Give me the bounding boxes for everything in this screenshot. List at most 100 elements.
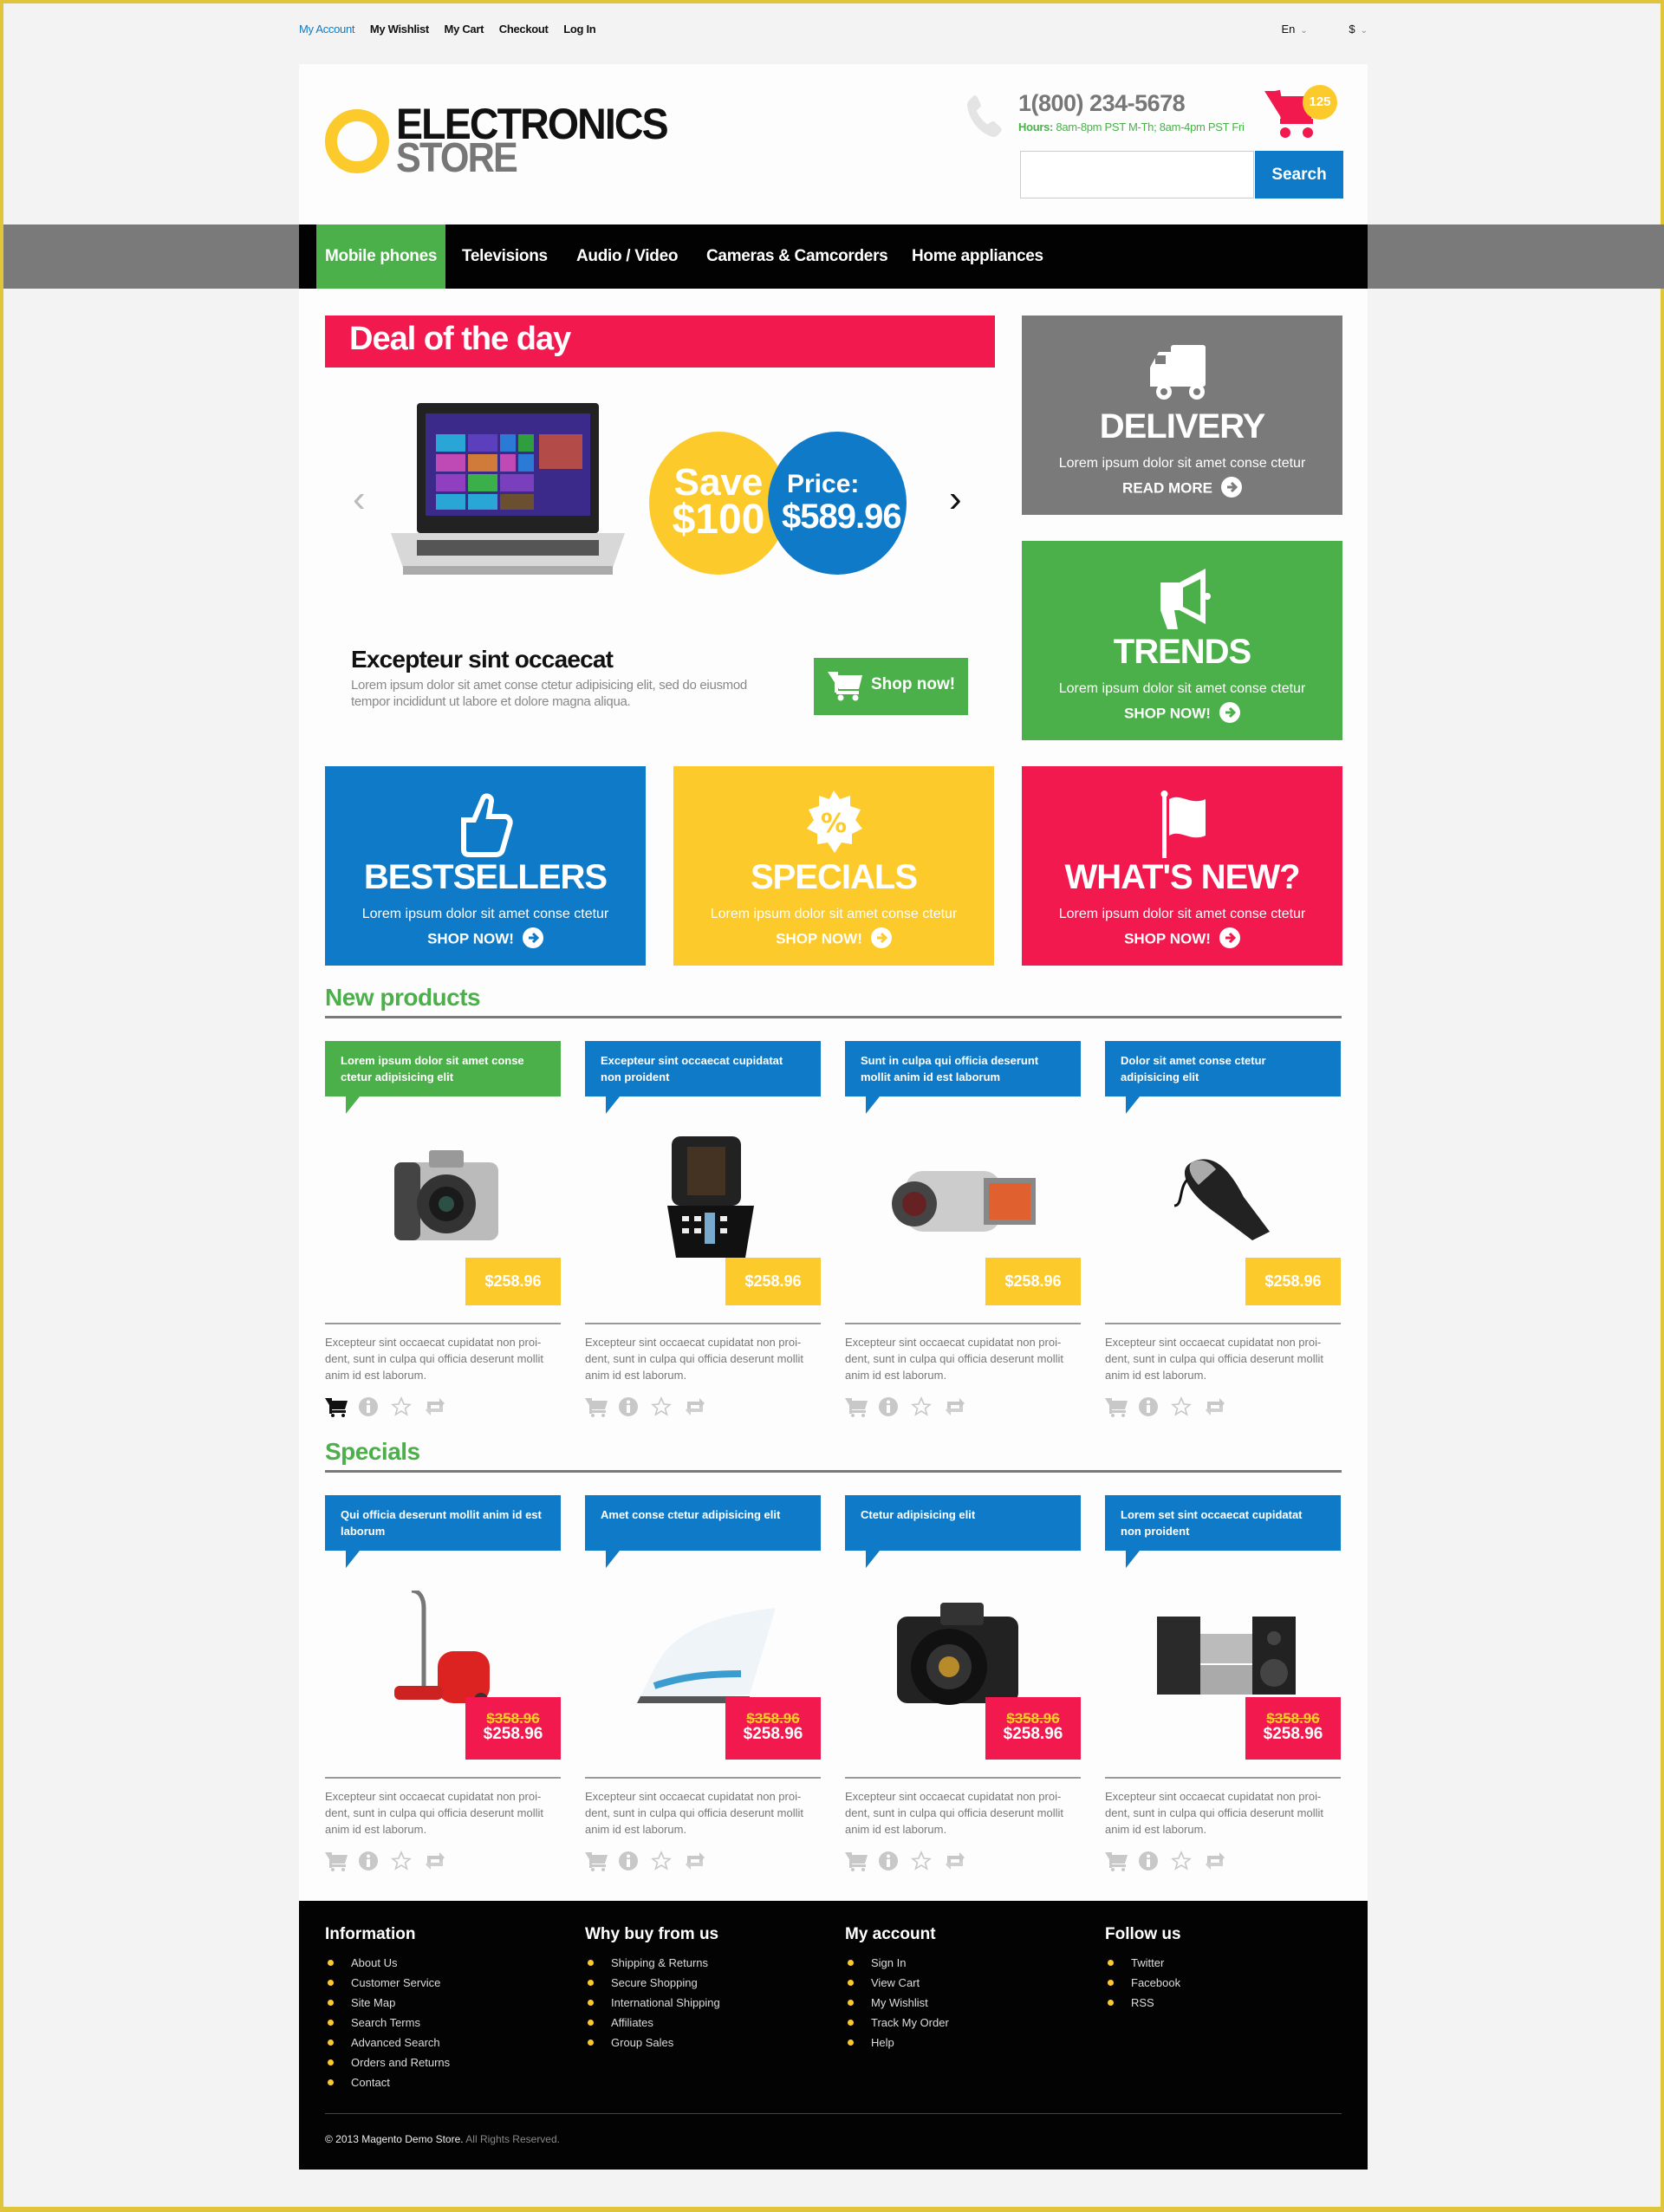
footer-link[interactable]: Customer Service bbox=[325, 1976, 450, 1996]
footer-link[interactable]: Affiliates bbox=[585, 2016, 720, 2036]
product-image-flip-phone[interactable] bbox=[620, 1136, 793, 1258]
main-content: Deal of the day ‹ › Save $100 Price: $58… bbox=[299, 289, 1368, 1901]
product-card: Ctetur adipisicing elit $358.96 $258.96 Exc… bbox=[845, 1495, 1081, 1885]
info-icon[interactable] bbox=[358, 1396, 380, 1417]
product-name[interactable]: Qui officia deserunt mollit anim id est … bbox=[325, 1495, 561, 1568]
nav-item-audio-video[interactable]: Audio / Video bbox=[576, 224, 678, 289]
footer-link[interactable]: Help bbox=[845, 2036, 949, 2056]
product-name[interactable]: Dolor sit amet conse ctetur adipisicing … bbox=[1105, 1041, 1341, 1114]
product-name[interactable]: Lorem ipsum dolor sit amet conse ctetur … bbox=[325, 1041, 561, 1114]
add-to-cart-icon[interactable] bbox=[325, 1851, 348, 1871]
footer-link[interactable]: Search Terms bbox=[325, 2016, 450, 2036]
footer-link[interactable]: Advanced Search bbox=[325, 2036, 450, 2056]
product-image-vacuum-cleaner[interactable] bbox=[360, 1588, 533, 1712]
wishlist-star-icon[interactable] bbox=[390, 1850, 413, 1871]
add-to-cart-icon[interactable] bbox=[1105, 1851, 1128, 1871]
tile-link[interactable]: SHOP NOW! bbox=[1022, 927, 1342, 950]
deal-product-title[interactable]: Excepteur sint occaecat bbox=[351, 646, 614, 673]
slider-next-arrow-icon[interactable]: › bbox=[949, 478, 962, 521]
wishlist-star-icon[interactable] bbox=[910, 1850, 933, 1871]
add-to-cart-icon[interactable] bbox=[845, 1396, 868, 1417]
top-link-log-in[interactable]: Log In bbox=[563, 23, 595, 36]
footer-link[interactable]: View Cart bbox=[845, 1976, 949, 1996]
search-button[interactable]: Search bbox=[1255, 151, 1343, 198]
footer-link[interactable]: Facebook bbox=[1105, 1976, 1181, 1996]
tile-bestsellers[interactable]: BESTSELLERS Lorem ipsum dolor sit amet c… bbox=[325, 766, 646, 966]
tile-link[interactable]: SHOP NOW! bbox=[325, 927, 646, 950]
top-link-checkout[interactable]: Checkout bbox=[499, 23, 549, 36]
language-select[interactable]: En ⌄ bbox=[1262, 23, 1307, 36]
product-name[interactable]: Excepteur sint occaecat cupidatat non pr… bbox=[585, 1041, 821, 1114]
product-name[interactable]: Ctetur adipisicing elit bbox=[845, 1495, 1081, 1568]
compare-icon[interactable] bbox=[944, 1851, 966, 1871]
footer-link[interactable]: Shipping & Returns bbox=[585, 1956, 720, 1976]
info-icon[interactable] bbox=[878, 1851, 900, 1871]
compare-icon[interactable] bbox=[944, 1396, 966, 1417]
tile-trends[interactable]: TRENDS Lorem ipsum dolor sit amet conse … bbox=[1022, 541, 1342, 740]
info-icon[interactable] bbox=[618, 1851, 640, 1871]
shop-now-button[interactable]: Shop now! bbox=[814, 658, 968, 715]
wishlist-star-icon[interactable] bbox=[650, 1850, 673, 1871]
product-image-dslr-camera[interactable] bbox=[360, 1136, 533, 1258]
footer-link[interactable]: Site Map bbox=[325, 1996, 450, 2016]
footer-link[interactable]: About Us bbox=[325, 1956, 450, 1976]
product-name[interactable]: Lorem set sint occaecat cupidatat non pr… bbox=[1105, 1495, 1341, 1568]
product-image-steam-iron[interactable] bbox=[620, 1591, 793, 1712]
product-name[interactable]: Sunt in culpa qui officia deserunt molli… bbox=[845, 1041, 1081, 1114]
compare-icon[interactable] bbox=[424, 1851, 446, 1871]
nav-item-mobile-phones[interactable]: Mobile phones bbox=[316, 224, 446, 289]
product-image-handheld-vacuum[interactable] bbox=[1140, 1136, 1313, 1258]
footer-link[interactable]: Contact bbox=[325, 2076, 450, 2096]
top-link-my-cart[interactable]: My Cart bbox=[445, 23, 484, 36]
tile-link[interactable]: READ MORE bbox=[1022, 477, 1342, 499]
footer-link[interactable]: Group Sales bbox=[585, 2036, 720, 2056]
tile-link[interactable]: SHOP NOW! bbox=[673, 927, 994, 950]
nav-item-televisions[interactable]: Televisions bbox=[462, 224, 548, 289]
slider-prev-arrow-icon[interactable]: ‹ bbox=[353, 478, 366, 521]
footer-link[interactable]: Orders and Returns bbox=[325, 2056, 450, 2076]
wishlist-star-icon[interactable] bbox=[1170, 1396, 1193, 1417]
footer-link[interactable]: RSS bbox=[1105, 1996, 1181, 2016]
currency-select[interactable]: $ ⌄ bbox=[1329, 23, 1368, 36]
nav-item-cameras-camcorders[interactable]: Cameras & Camcorders bbox=[706, 224, 888, 289]
add-to-cart-icon[interactable] bbox=[1105, 1396, 1128, 1417]
product-image-dslr-camera-black[interactable] bbox=[880, 1591, 1053, 1712]
wishlist-star-icon[interactable] bbox=[1170, 1850, 1193, 1871]
info-icon[interactable] bbox=[1138, 1851, 1160, 1871]
add-to-cart-icon[interactable] bbox=[585, 1396, 608, 1417]
compare-icon[interactable] bbox=[1204, 1851, 1226, 1871]
info-icon[interactable] bbox=[1138, 1396, 1160, 1417]
footer-link[interactable]: Track My Order bbox=[845, 2016, 949, 2036]
nav-item-home-appliances[interactable]: Home appliances bbox=[912, 224, 1043, 289]
tile-specials[interactable]: % SPECIALS Lorem ipsum dolor sit amet co… bbox=[673, 766, 994, 966]
product-name[interactable]: Amet conse ctetur adipisicing elit bbox=[585, 1495, 821, 1568]
top-link-my-wishlist[interactable]: My Wishlist bbox=[370, 23, 429, 36]
tile-delivery[interactable]: DELIVERY Lorem ipsum dolor sit amet cons… bbox=[1022, 316, 1342, 515]
footer-link[interactable]: Secure Shopping bbox=[585, 1976, 720, 1996]
arrow-circle-icon bbox=[1219, 927, 1240, 948]
tile-link[interactable]: SHOP NOW! bbox=[1022, 702, 1342, 725]
footer-link[interactable]: Sign In bbox=[845, 1956, 949, 1976]
top-link-my-account[interactable]: My Account bbox=[299, 23, 355, 36]
add-to-cart-icon[interactable] bbox=[585, 1851, 608, 1871]
laptop-product-image[interactable] bbox=[382, 403, 625, 620]
wishlist-star-icon[interactable] bbox=[390, 1396, 413, 1417]
compare-icon[interactable] bbox=[1204, 1396, 1226, 1417]
compare-icon[interactable] bbox=[424, 1396, 446, 1417]
product-image-camcorder[interactable] bbox=[880, 1136, 1053, 1258]
info-icon[interactable] bbox=[878, 1396, 900, 1417]
add-to-cart-icon[interactable] bbox=[325, 1396, 348, 1417]
search-input[interactable] bbox=[1020, 151, 1254, 198]
compare-icon[interactable] bbox=[684, 1851, 706, 1871]
footer-link[interactable]: My Wishlist bbox=[845, 1996, 949, 2016]
add-to-cart-icon[interactable] bbox=[845, 1851, 868, 1871]
footer-link[interactable]: Twitter bbox=[1105, 1956, 1181, 1976]
compare-icon[interactable] bbox=[684, 1396, 706, 1417]
info-icon[interactable] bbox=[618, 1396, 640, 1417]
wishlist-star-icon[interactable] bbox=[910, 1396, 933, 1417]
wishlist-star-icon[interactable] bbox=[650, 1396, 673, 1417]
footer-link[interactable]: International Shipping bbox=[585, 1996, 720, 2016]
tile-whats-new[interactable]: WHAT'S NEW? Lorem ipsum dolor sit amet c… bbox=[1022, 766, 1342, 966]
product-image-stereo-system[interactable] bbox=[1140, 1591, 1313, 1712]
info-icon[interactable] bbox=[358, 1851, 380, 1871]
